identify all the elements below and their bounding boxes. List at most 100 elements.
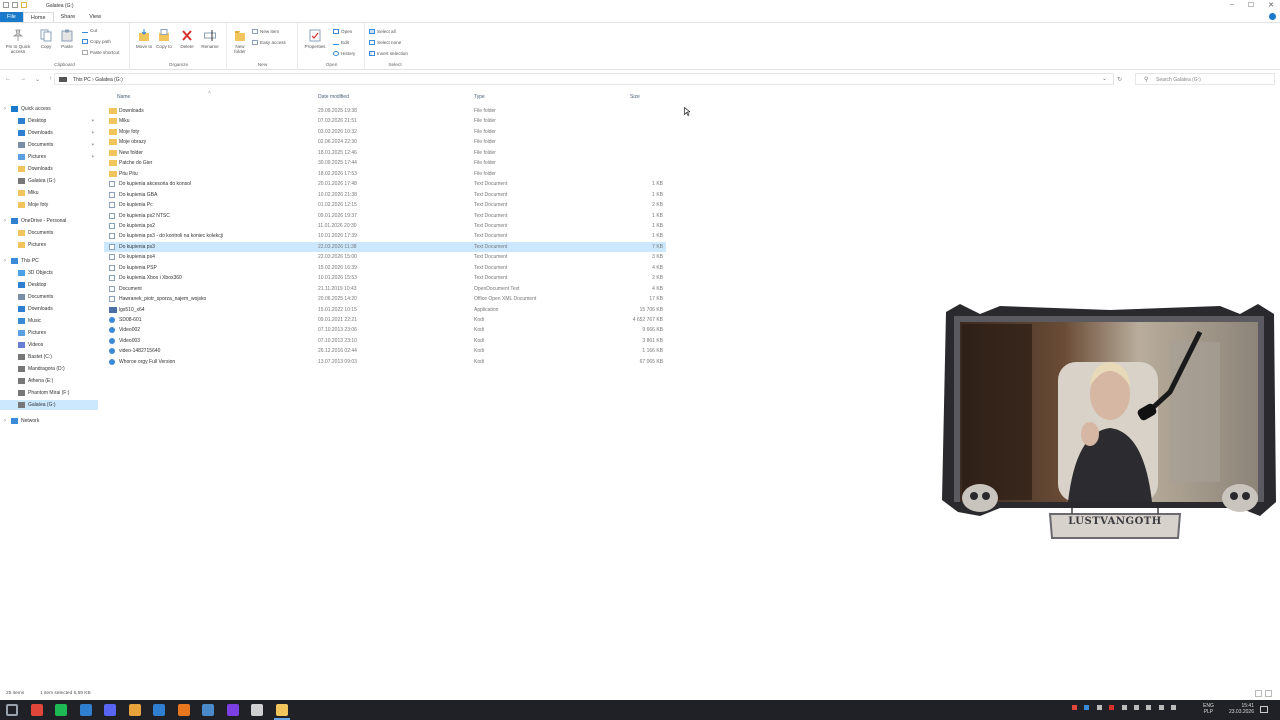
volume-icon[interactable] xyxy=(1171,705,1177,710)
file-row[interactable]: Do kupienia PSP 15.02.2026 16:39 Text Docu… xyxy=(104,263,666,273)
tray-app-icon[interactable] xyxy=(1133,705,1139,710)
file-row[interactable]: Document 21.11.2019 10:43 OpenDocument Tex… xyxy=(104,284,666,294)
help-icon[interactable] xyxy=(1269,13,1276,20)
nav-item[interactable]: Documents xyxy=(18,292,53,302)
nav-item[interactable]: Music xyxy=(18,316,41,326)
calendar-icon[interactable] xyxy=(153,704,165,716)
easy-access-button[interactable]: Easy access xyxy=(252,40,286,45)
file-explorer-icon[interactable] xyxy=(276,704,288,716)
back-icon[interactable]: ← xyxy=(5,76,11,83)
maximize-button[interactable]: ☐ xyxy=(1248,1,1254,9)
select-none-button[interactable]: Select none xyxy=(369,40,401,45)
tab-view[interactable]: View xyxy=(82,12,108,22)
file-row[interactable]: Patche do Gier 30.09.2025 17:44 File folde… xyxy=(104,158,666,168)
file-row[interactable]: Do kupienia Pc 01.02.2026 12:15 Text Docum… xyxy=(104,200,666,210)
file-row[interactable]: SD08-601 09.01.2021 22:21 Kodi 4 652 767 KB xyxy=(104,315,666,325)
expand-chevron-icon[interactable]: › xyxy=(4,218,6,224)
file-row[interactable]: Do kupienia ps2 11.01.2026 20:30 Text Docu… xyxy=(104,221,666,231)
app-icon[interactable] xyxy=(129,704,141,716)
new-item-button[interactable]: New item xyxy=(252,29,279,34)
file-row[interactable]: Do kupienia akcesoria do konsol 20.01.202… xyxy=(104,179,666,189)
nav-item[interactable]: 3D Objects xyxy=(18,268,53,278)
column-header-name[interactable]: Name xyxy=(117,94,130,100)
file-row[interactable]: video-1482715640 26.12.2016 02:44 Kodi 1 16… xyxy=(104,346,666,356)
tab-file[interactable]: File xyxy=(0,12,23,22)
nav-item[interactable]: Galatea (G:) xyxy=(0,400,98,410)
chrome-icon[interactable] xyxy=(31,704,43,716)
large-icons-view-button[interactable] xyxy=(1265,690,1272,697)
nav-item[interactable]: Bastet (C:) xyxy=(18,352,52,362)
file-row[interactable]: Hawranek_piotr_sporza_najem_wojsko 20.06.… xyxy=(104,294,666,304)
paste-button[interactable]: Paste xyxy=(58,29,76,49)
tab-home[interactable]: Home xyxy=(22,12,54,22)
recent-dropdown-icon[interactable]: ⌄ xyxy=(35,76,40,83)
tray-app-icon[interactable] xyxy=(1084,705,1090,710)
column-header-type[interactable]: Type xyxy=(474,94,485,100)
folder-icon[interactable] xyxy=(21,2,27,8)
obs-icon[interactable] xyxy=(227,704,239,716)
address-dropdown-icon[interactable]: ⌄ xyxy=(1102,75,1107,82)
start-icon[interactable] xyxy=(6,704,18,716)
expand-chevron-icon[interactable]: › xyxy=(4,106,6,112)
pin-quick-access-button[interactable]: Pin to Quick access xyxy=(4,29,32,54)
nav-item[interactable]: Pictures xyxy=(18,328,46,338)
language-indicator[interactable]: ENG PLP xyxy=(1203,703,1214,715)
file-row[interactable]: Moje obrazy 02.06.2024 22:30 File folder xyxy=(104,137,666,147)
copy-button[interactable]: Copy xyxy=(37,29,55,49)
minimize-button[interactable]: – xyxy=(1230,1,1234,9)
file-row[interactable]: Video003 07.10.2013 23:10 Kodi 3 861 KB xyxy=(104,336,666,346)
clock[interactable]: 15:41 23.03.2026 xyxy=(1222,703,1254,715)
nav-item[interactable]: Miku xyxy=(18,188,39,198)
file-row[interactable]: Moje foty 03.03.2026 10:32 File folder xyxy=(104,127,666,137)
file-row[interactable]: lgs510_x64 15.01.2022 10:15 Application 15 … xyxy=(104,305,666,315)
file-row[interactable]: Do kupienia ps4 22.03.2026 15:00 Text Docu… xyxy=(104,252,666,262)
new-folder-button[interactable]: New folder xyxy=(230,29,250,54)
cut-button[interactable]: Cut xyxy=(82,28,97,33)
history-button[interactable]: History xyxy=(333,51,355,56)
address-field[interactable]: This PC › Galatea (G:) ⌄ xyxy=(54,73,1114,85)
properties-icon[interactable] xyxy=(12,2,18,8)
file-row[interactable]: Do kupienia ps2 NTSC 09.01.2026 19:37 Text… xyxy=(104,211,666,221)
edge-icon[interactable] xyxy=(80,704,92,716)
tray-app-icon[interactable] xyxy=(1096,705,1102,710)
file-row[interactable]: Video002 07.10.2013 23:06 Kodi 9 666 KB xyxy=(104,325,666,335)
steam-icon[interactable] xyxy=(202,704,214,716)
select-all-button[interactable]: Select all xyxy=(369,29,396,34)
file-row[interactable]: New folder 18.01.2025 12:46 File folder xyxy=(104,148,666,158)
expand-chevron-icon[interactable]: › xyxy=(4,258,6,264)
copy-path-button[interactable]: Copy path xyxy=(82,39,111,44)
forward-icon[interactable]: → xyxy=(20,76,26,83)
nav-item[interactable]: Documents xyxy=(18,140,53,150)
file-row[interactable]: Whoroe orgy Full Version 13.07.2013 09:03… xyxy=(104,357,666,367)
file-row[interactable]: Do kupienia Xbox i Xbox360 10.01.2026 15:… xyxy=(104,273,666,283)
vlc-icon[interactable] xyxy=(178,704,190,716)
details-view-button[interactable] xyxy=(1255,690,1262,697)
open-button[interactable]: Open xyxy=(333,29,352,34)
nav-item[interactable]: Phantom Mirai (F:) xyxy=(18,388,69,398)
nav-item[interactable]: Pictures xyxy=(18,152,46,162)
expand-chevron-icon[interactable]: › xyxy=(4,418,6,424)
tray-app-icon[interactable] xyxy=(1109,705,1115,710)
column-header-size[interactable]: Size xyxy=(630,94,640,100)
delete-button[interactable]: Delete xyxy=(178,29,196,49)
search-input[interactable]: ⚲ Search Galatea (G:) xyxy=(1135,73,1275,85)
file-row[interactable]: Do kupienia ps3 22.03.2026 11:38 Text Docu… xyxy=(104,241,666,252)
up-icon[interactable]: ↑ xyxy=(49,76,52,83)
paste-shortcut-button[interactable]: Paste shortcut xyxy=(82,50,119,55)
tab-share[interactable]: Share xyxy=(54,12,83,22)
nav-item[interactable]: Galatea (G:) xyxy=(18,176,56,186)
close-button[interactable]: ✕ xyxy=(1268,1,1274,9)
nav-item[interactable]: Moje foty xyxy=(18,200,48,210)
invert-selection-button[interactable]: Invert selection xyxy=(369,51,408,56)
nav-item[interactable]: › This PC xyxy=(4,256,39,266)
nav-item[interactable]: Athena (E:) xyxy=(18,376,53,386)
nav-item[interactable]: Documents xyxy=(18,228,53,238)
file-row[interactable]: Do kupienia GBA 10.02.2026 21:38 Text Docu… xyxy=(104,190,666,200)
nav-item[interactable]: Pictures xyxy=(18,240,46,250)
tray-app-icon[interactable] xyxy=(1072,705,1077,710)
properties-button[interactable]: Properties xyxy=(302,29,328,49)
rename-button[interactable]: Rename xyxy=(200,29,220,49)
nav-item[interactable]: Downloads xyxy=(18,304,53,314)
spotify-icon[interactable] xyxy=(55,704,67,716)
nav-item[interactable]: Downloads xyxy=(18,128,53,138)
